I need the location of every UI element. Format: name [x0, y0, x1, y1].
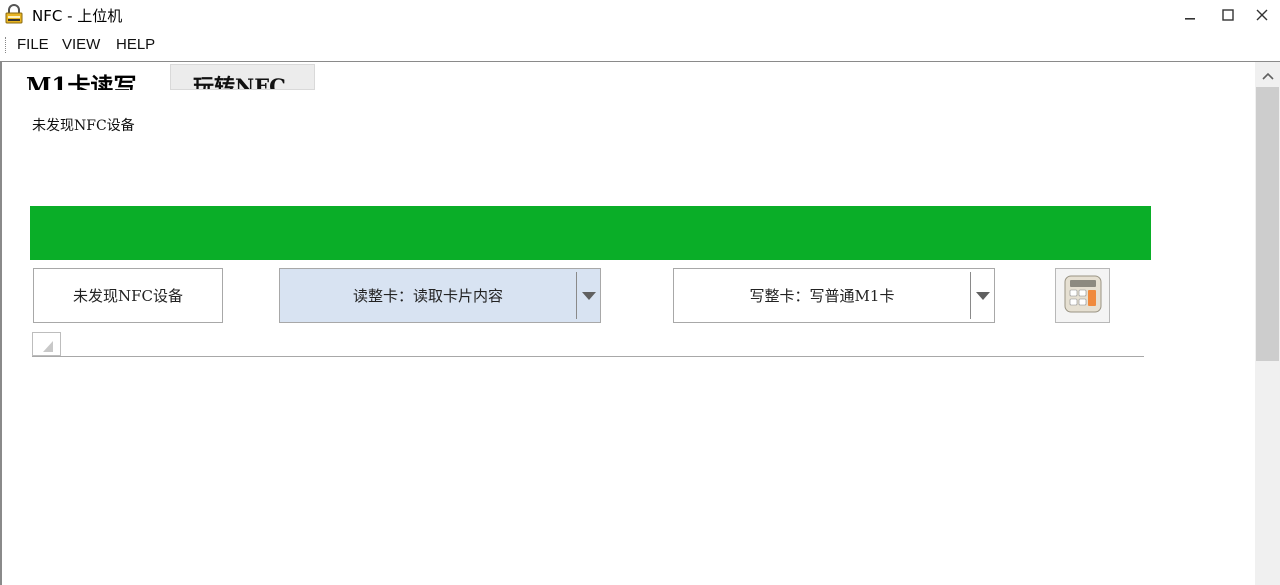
minimize-icon	[1184, 6, 1196, 25]
device-button[interactable]: 未发现NFC设备	[33, 268, 223, 323]
status-label: 未发现NFC设备	[32, 118, 135, 134]
window-title: NFC - 上位机	[32, 7, 123, 25]
title-bar: NFC - 上位机	[0, 0, 1280, 30]
vertical-scrollbar[interactable]	[1255, 62, 1280, 585]
menu-bar: FILE VIEW HELP	[0, 31, 1280, 59]
minimize-button[interactable]	[1172, 0, 1208, 30]
scroll-up-button[interactable]	[1255, 62, 1280, 86]
chevron-up-icon	[1261, 65, 1274, 84]
resize-handle[interactable]	[32, 332, 61, 356]
status-bar	[30, 206, 1151, 260]
menu-grip	[5, 37, 7, 53]
tab-play-nfc[interactable]: 玩转NFC	[170, 64, 315, 90]
menu-help[interactable]: HELP	[116, 36, 155, 53]
read-card-select-value: 读整卡：读取卡片内容	[352, 287, 503, 305]
chevron-down-icon[interactable]	[971, 291, 994, 300]
write-card-select[interactable]: 写整卡：写普通M1卡	[673, 268, 995, 323]
write-card-select-value: 写整卡：写普通M1卡	[749, 287, 895, 305]
chevron-down-icon[interactable]	[577, 291, 600, 300]
divider	[32, 356, 1144, 357]
device-button-label: 未发现NFC设备	[72, 287, 183, 305]
read-card-select[interactable]: 读整卡：读取卡片内容	[279, 268, 601, 323]
maximize-button[interactable]	[1210, 0, 1246, 30]
menu-file[interactable]: FILE	[17, 36, 49, 53]
close-button[interactable]	[1244, 0, 1280, 30]
close-icon	[1256, 6, 1268, 25]
scroll-thumb[interactable]	[1256, 87, 1279, 361]
menu-view[interactable]: VIEW	[62, 36, 100, 53]
maximize-icon	[1222, 6, 1234, 25]
calculator-button[interactable]	[1055, 268, 1110, 323]
calculator-icon	[1063, 274, 1103, 318]
tab-m1-card[interactable]: M1卡读写	[24, 64, 166, 90]
main-panel: M1卡读写 玩转NFC 未发现NFC设备 未发现NFC设备 读整卡：读取卡片内容…	[0, 61, 1280, 585]
padlock-icon	[4, 4, 24, 24]
